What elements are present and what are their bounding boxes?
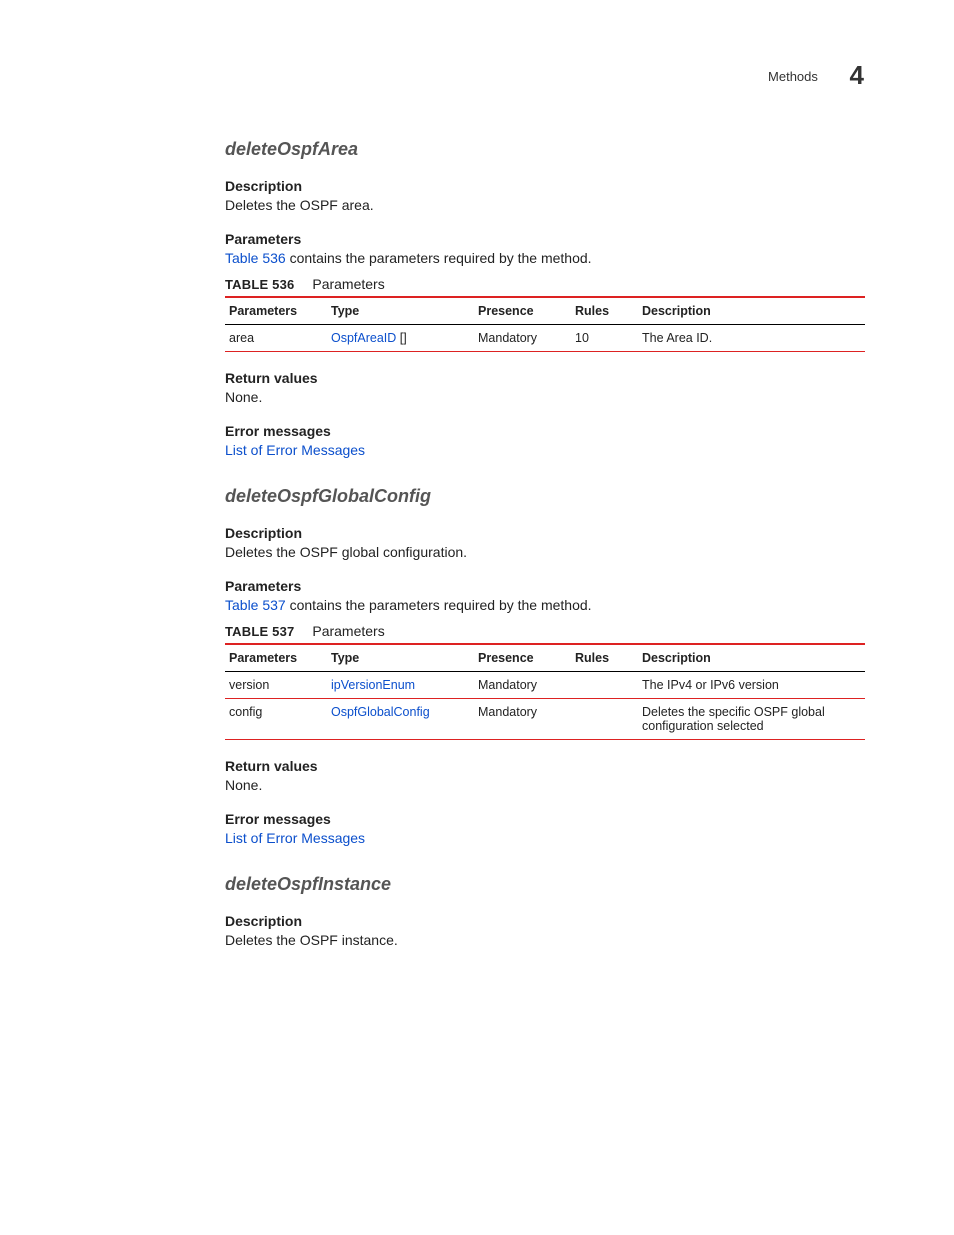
description-heading: Description (225, 525, 864, 541)
th-type: Type (327, 644, 474, 672)
description-heading: Description (225, 178, 864, 194)
cell-presence: Mandatory (474, 699, 571, 740)
description-text: Deletes the OSPF instance. (225, 932, 864, 948)
type-suffix: [] (396, 331, 406, 345)
th-parameters: Parameters (225, 644, 327, 672)
return-values-text: None. (225, 777, 864, 793)
description-text: Deletes the OSPF area. (225, 197, 864, 213)
parameters-heading: Parameters (225, 231, 864, 247)
table-536-caption: TABLE 536 Parameters (225, 276, 864, 292)
table-header-row: Parameters Type Presence Rules Descripti… (225, 644, 865, 672)
parameters-lead-text: contains the parameters required by the … (286, 597, 592, 613)
th-rules: Rules (571, 297, 638, 325)
cell-presence: Mandatory (474, 672, 571, 699)
th-type: Type (327, 297, 474, 325)
description-heading: Description (225, 913, 864, 929)
table-536-label: TABLE 536 (225, 277, 294, 292)
cell-param: area (225, 325, 327, 352)
error-messages-heading: Error messages (225, 423, 864, 439)
table-row: area OspfAreaID [] Mandatory 10 The Area… (225, 325, 865, 352)
th-description: Description (638, 297, 865, 325)
table-537-caption: TABLE 537 Parameters (225, 623, 864, 639)
cell-desc: The Area ID. (638, 325, 865, 352)
cell-presence: Mandatory (474, 325, 571, 352)
chapter-number: 4 (850, 60, 864, 90)
parameters-lead-text: contains the parameters required by the … (286, 250, 592, 266)
cell-type: ipVersionEnum (327, 672, 474, 699)
cell-rules (571, 672, 638, 699)
cell-desc: The IPv4 or IPv6 version (638, 672, 865, 699)
type-link-OspfGlobalConfig[interactable]: OspfGlobalConfig (331, 705, 430, 719)
method-title-deleteOspfGlobalConfig: deleteOspfGlobalConfig (225, 486, 864, 507)
table-537-title: Parameters (312, 623, 384, 639)
type-link-OspfAreaID[interactable]: OspfAreaID (331, 331, 396, 345)
section-name: Methods (768, 69, 818, 84)
table-537-link[interactable]: Table 537 (225, 597, 286, 613)
error-messages-link[interactable]: List of Error Messages (225, 830, 365, 846)
cell-type: OspfAreaID [] (327, 325, 474, 352)
parameters-heading: Parameters (225, 578, 864, 594)
error-messages-heading: Error messages (225, 811, 864, 827)
th-rules: Rules (571, 644, 638, 672)
th-parameters: Parameters (225, 297, 327, 325)
table-536: Parameters Type Presence Rules Descripti… (225, 296, 865, 352)
error-messages-link[interactable]: List of Error Messages (225, 442, 365, 458)
cell-param: config (225, 699, 327, 740)
method-title-deleteOspfArea: deleteOspfArea (225, 139, 864, 160)
return-values-text: None. (225, 389, 864, 405)
parameters-lead: Table 537 contains the parameters requir… (225, 597, 864, 613)
cell-rules (571, 699, 638, 740)
table-536-title: Parameters (312, 276, 384, 292)
cell-desc: Deletes the specific OSPF global configu… (638, 699, 865, 740)
method-title-deleteOspfInstance: deleteOspfInstance (225, 874, 864, 895)
cell-type: OspfGlobalConfig (327, 699, 474, 740)
parameters-lead: Table 536 contains the parameters requir… (225, 250, 864, 266)
table-537: Parameters Type Presence Rules Descripti… (225, 643, 865, 740)
return-values-heading: Return values (225, 758, 864, 774)
cell-param: version (225, 672, 327, 699)
cell-rules: 10 (571, 325, 638, 352)
th-presence: Presence (474, 644, 571, 672)
return-values-heading: Return values (225, 370, 864, 386)
table-header-row: Parameters Type Presence Rules Descripti… (225, 297, 865, 325)
running-header: Methods 4 (225, 60, 864, 91)
th-description: Description (638, 644, 865, 672)
table-537-label: TABLE 537 (225, 624, 294, 639)
description-text: Deletes the OSPF global configuration. (225, 544, 864, 560)
table-row: config OspfGlobalConfig Mandatory Delete… (225, 699, 865, 740)
th-presence: Presence (474, 297, 571, 325)
type-link-ipVersionEnum[interactable]: ipVersionEnum (331, 678, 415, 692)
table-536-link[interactable]: Table 536 (225, 250, 286, 266)
table-row: version ipVersionEnum Mandatory The IPv4… (225, 672, 865, 699)
